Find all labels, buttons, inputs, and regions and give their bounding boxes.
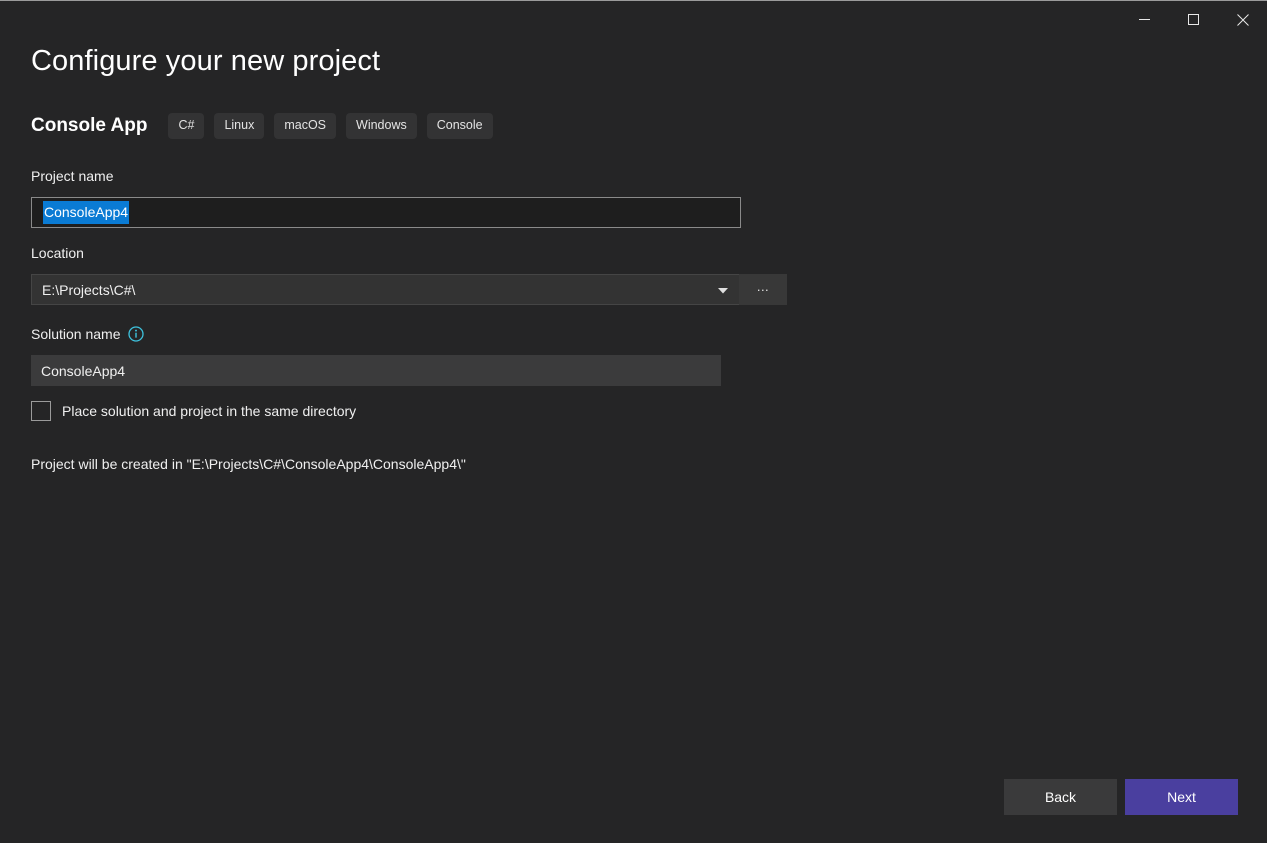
title-bar bbox=[0, 1, 1267, 38]
project-path-preview: Project will be created in "E:\Projects\… bbox=[31, 456, 466, 472]
template-summary-row: Console App C# Linux macOS Windows Conso… bbox=[31, 112, 493, 140]
project-name-label: Project name bbox=[31, 168, 114, 184]
tag-chip-language: C# bbox=[168, 113, 205, 139]
close-icon bbox=[1236, 13, 1249, 26]
tag-chip-linux: Linux bbox=[214, 113, 265, 139]
maximize-button[interactable] bbox=[1169, 1, 1218, 38]
same-directory-label: Place solution and project in the same d… bbox=[62, 403, 357, 419]
location-value: E:\Projects\C#\ bbox=[42, 281, 136, 298]
tag-chip-console: Console bbox=[426, 113, 493, 139]
chevron-down-icon bbox=[718, 281, 728, 299]
tag-chip-windows: Windows bbox=[346, 113, 417, 139]
next-button[interactable]: Next bbox=[1125, 779, 1238, 815]
same-directory-checkbox[interactable] bbox=[31, 401, 51, 421]
solution-name-value: ConsoleApp4 bbox=[41, 362, 126, 379]
project-name-input[interactable]: ConsoleApp4 bbox=[31, 197, 741, 228]
footer-button-bar: Back Next bbox=[0, 779, 1267, 815]
tag-chip-macos: macOS bbox=[274, 113, 337, 139]
project-name-value: ConsoleApp4 bbox=[43, 201, 130, 224]
maximize-icon bbox=[1188, 14, 1199, 25]
template-tag-list: C# Linux macOS Windows Console bbox=[168, 113, 493, 139]
info-icon[interactable] bbox=[127, 326, 144, 342]
minimize-icon bbox=[1139, 14, 1150, 25]
same-directory-checkbox-row[interactable]: Place solution and project in the same d… bbox=[31, 400, 356, 422]
close-button[interactable] bbox=[1218, 1, 1267, 38]
minimize-button[interactable] bbox=[1120, 1, 1169, 38]
solution-name-label: Solution name bbox=[31, 326, 121, 342]
location-combobox[interactable]: E:\Projects\C#\ bbox=[31, 274, 741, 305]
template-name: Console App bbox=[31, 115, 148, 136]
solution-name-label-row: Solution name bbox=[31, 325, 144, 343]
window-controls bbox=[1120, 1, 1267, 38]
solution-name-input[interactable]: ConsoleApp4 bbox=[31, 355, 721, 386]
location-label: Location bbox=[31, 245, 84, 261]
browse-location-button[interactable]: ... bbox=[739, 274, 787, 305]
back-button[interactable]: Back bbox=[1004, 779, 1117, 815]
page-title: Configure your new project bbox=[31, 45, 381, 77]
